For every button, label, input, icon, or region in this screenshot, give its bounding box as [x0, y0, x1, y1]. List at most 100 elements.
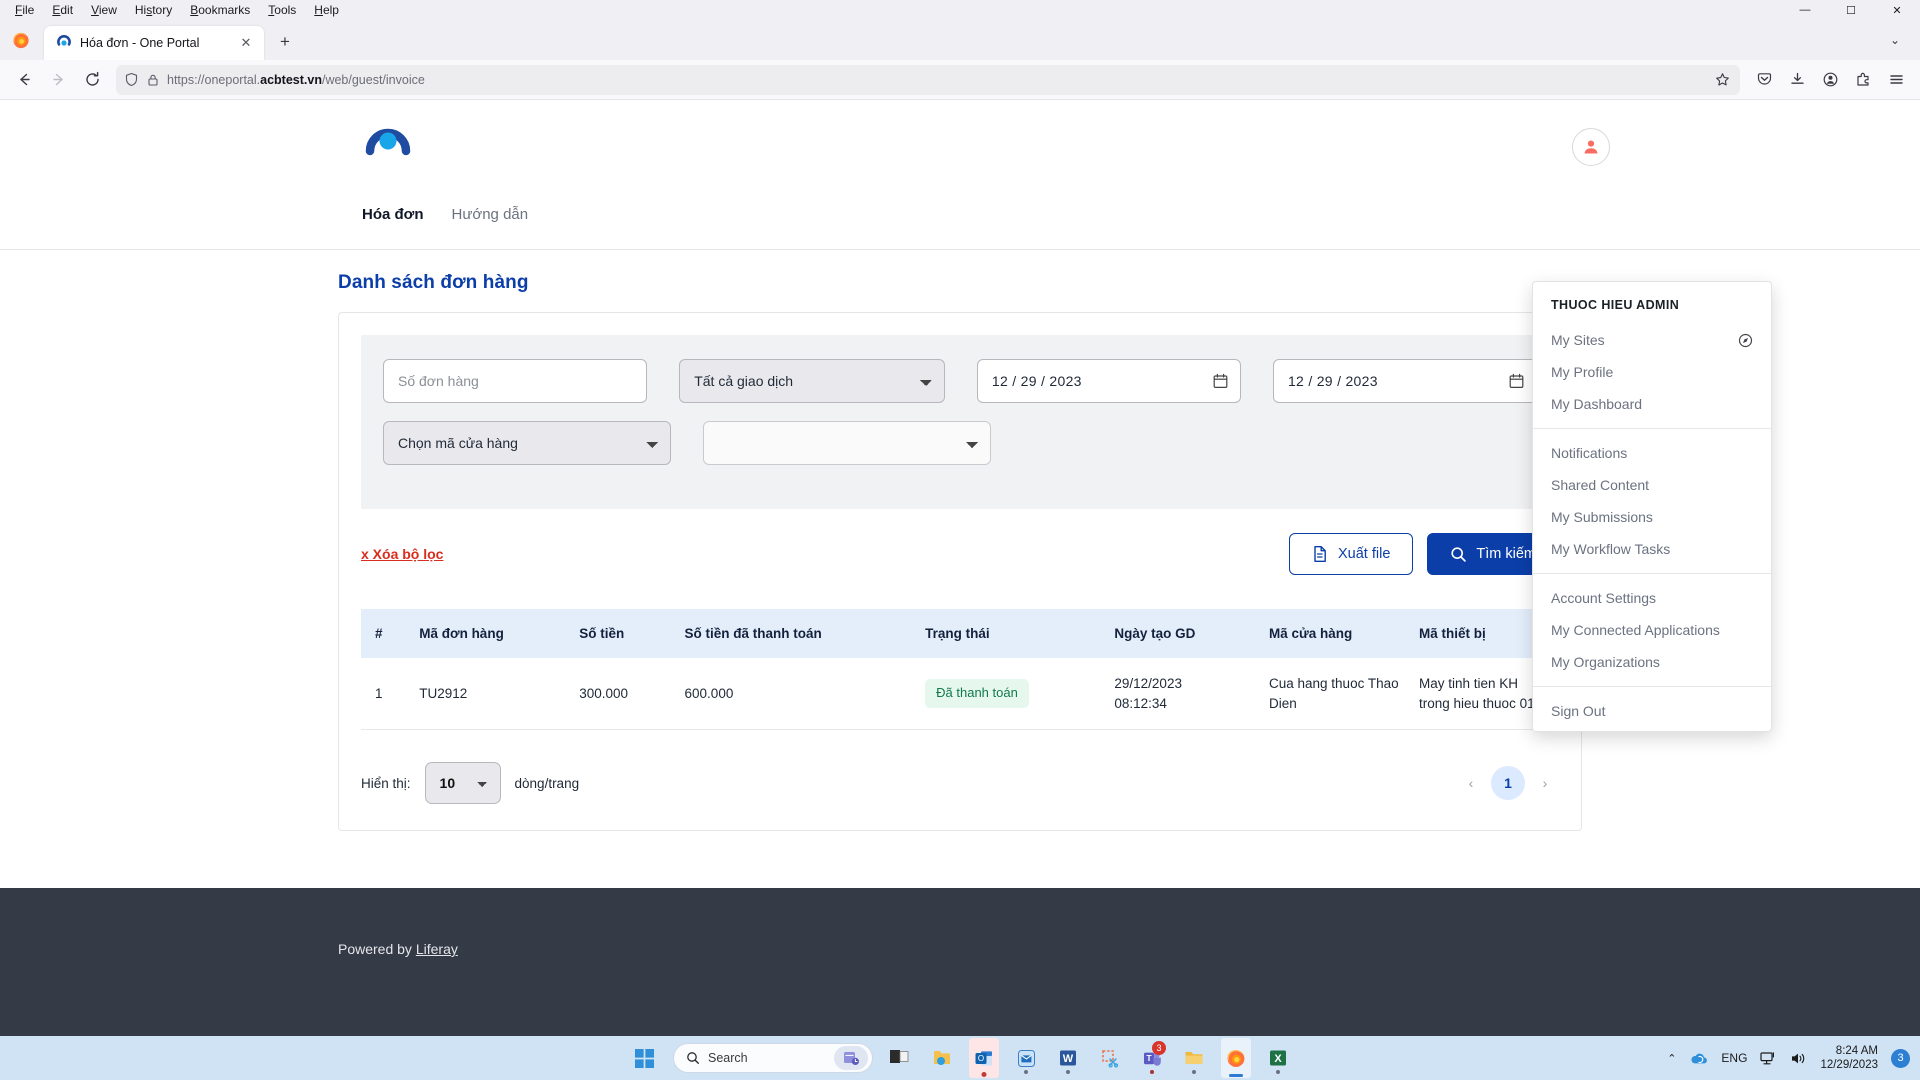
reload-button-icon[interactable]: [76, 64, 108, 96]
date-to-input[interactable]: 12 / 29 / 2023: [1272, 359, 1538, 403]
windows-start-icon[interactable]: [627, 1041, 661, 1075]
one-portal-logo-icon[interactable]: [362, 117, 414, 169]
invoice-table-body: 1 TU2912 300.000 600.000 Đã thanh toán 2…: [361, 658, 1559, 731]
menu-item-my-workflow-tasks[interactable]: My Workflow Tasks: [1533, 533, 1771, 565]
menu-file[interactable]: File: [6, 1, 43, 19]
maximize-button[interactable]: ☐: [1828, 0, 1874, 20]
forward-button-icon[interactable]: [42, 64, 74, 96]
pocket-icon[interactable]: [1748, 64, 1780, 96]
cell-order-code: TU2912: [409, 658, 570, 731]
firefox-logo-icon: [6, 20, 36, 60]
user-avatar[interactable]: [1572, 128, 1610, 166]
outlook-alt-icon[interactable]: [1011, 1041, 1041, 1075]
teams-badge-count: 3: [1152, 1041, 1166, 1055]
site-favicon-icon: [56, 35, 72, 51]
export-file-button[interactable]: Xuất file: [1288, 533, 1414, 575]
onedrive-icon[interactable]: [1689, 1051, 1708, 1066]
date-from-input[interactable]: 12 / 29 / 2023: [976, 359, 1241, 403]
date-to-value: 12 / 29 / 2023: [1287, 373, 1378, 389]
app-menu-icon[interactable]: [1880, 64, 1912, 96]
table-header-row: # Mã đơn hàng Số tiền Số tiền đã thanh t…: [361, 609, 1559, 658]
menu-history[interactable]: History: [126, 1, 181, 19]
browser-tab[interactable]: Hóa đơn - One Portal ✕: [44, 26, 264, 60]
extensions-icon[interactable]: [1847, 64, 1879, 96]
menu-item-my-organizations[interactable]: My Organizations: [1533, 646, 1771, 678]
snipping-tool-icon[interactable]: [1095, 1041, 1125, 1075]
nav-item-guide[interactable]: Hướng dẫn: [438, 200, 543, 229]
menu-item-account-settings[interactable]: Account Settings: [1533, 582, 1771, 614]
teams-icon[interactable]: T 3: [1137, 1041, 1167, 1075]
outlook-icon[interactable]: O: [969, 1038, 999, 1078]
show-hidden-icons-chevron[interactable]: ⌃: [1667, 1052, 1676, 1065]
user-menu-heading: THUOC HIEU ADMIN: [1551, 298, 1680, 312]
list-all-tabs-icon[interactable]: ⌄: [1880, 33, 1910, 47]
order-number-input[interactable]: [383, 359, 648, 403]
page-size-select[interactable]: 10: [424, 762, 501, 805]
lock-icon[interactable]: [146, 73, 160, 87]
cell-store: Cua hang thuoc Thao Dien: [1259, 658, 1409, 731]
menu-view[interactable]: View: [82, 1, 126, 19]
store-code-select[interactable]: Chọn mã cửa hàng: [383, 421, 671, 465]
running-dot: [1276, 1070, 1280, 1074]
file-explorer-yellow-icon[interactable]: [927, 1041, 957, 1075]
menu-item-my-profile[interactable]: My Profile: [1533, 356, 1771, 388]
status-badge: Đã thanh toán: [925, 679, 1029, 708]
running-dot: [1150, 1070, 1154, 1074]
invoice-table-head: # Mã đơn hàng Số tiền Số tiền đã thanh t…: [361, 609, 1559, 658]
notification-badge[interactable]: 3: [1891, 1048, 1910, 1068]
volume-icon[interactable]: [1790, 1051, 1807, 1066]
widgets-icon[interactable]: [834, 1046, 868, 1070]
menu-tools[interactable]: Tools: [259, 1, 305, 19]
bookmark-star-icon[interactable]: [1715, 72, 1732, 87]
menu-item-my-submissions[interactable]: My Submissions: [1533, 501, 1771, 533]
address-bar[interactable]: https://oneportal.acbtest.vn/web/guest/i…: [116, 64, 1740, 95]
account-icon[interactable]: [1814, 64, 1846, 96]
calendar-icon[interactable]: [1509, 373, 1524, 389]
menu-item-label: My Sites: [1551, 332, 1605, 348]
nav-item-invoice[interactable]: Hóa đơn: [348, 200, 438, 229]
shield-icon[interactable]: [124, 72, 139, 87]
table-row[interactable]: 1 TU2912 300.000 600.000 Đã thanh toán 2…: [361, 658, 1559, 731]
device-code-select[interactable]: [703, 421, 991, 465]
menu-item-my-dashboard[interactable]: My Dashboard: [1533, 388, 1771, 420]
filter-row-1: Tất cả giao dịch 12 / 29 / 2023 12 / 29 …: [383, 359, 1538, 403]
menu-item-shared-content[interactable]: Shared Content: [1533, 469, 1771, 501]
menu-item-my-connected-applications[interactable]: My Connected Applications: [1533, 614, 1771, 646]
minimize-button[interactable]: —: [1782, 0, 1828, 20]
back-button-icon[interactable]: [8, 64, 40, 96]
clock[interactable]: 8:24 AM 12/29/2023: [1820, 1044, 1878, 1073]
next-page-button[interactable]: ›: [1531, 769, 1559, 797]
firefox-icon[interactable]: [1221, 1038, 1251, 1078]
th-amount: Số tiền: [569, 609, 675, 658]
excel-icon[interactable]: X: [1263, 1041, 1293, 1075]
tab-close-icon[interactable]: ✕: [236, 33, 256, 53]
system-tray: ⌃ ENG 8:24 AM 12/29/2023 3: [1667, 1036, 1910, 1080]
liferay-link[interactable]: Liferay: [416, 941, 458, 957]
menu-edit[interactable]: Edit: [43, 1, 82, 19]
language-indicator[interactable]: ENG: [1721, 1051, 1747, 1065]
new-tab-button[interactable]: +: [270, 27, 300, 57]
clear-filter-link[interactable]: x Xóa bộ lọc: [361, 546, 443, 562]
search-button-label: Tìm kiếm: [1476, 546, 1536, 562]
folder-icon[interactable]: [1179, 1041, 1209, 1075]
menu-item-notifications[interactable]: Notifications: [1533, 437, 1771, 469]
downloads-icon[interactable]: [1781, 64, 1813, 96]
menu-bookmarks[interactable]: Bookmarks: [181, 1, 259, 19]
close-window-button[interactable]: ✕: [1874, 0, 1920, 20]
page-number-1[interactable]: 1: [1491, 766, 1525, 801]
cell-paid-amount: 600.000: [674, 658, 916, 731]
calendar-icon[interactable]: [1213, 373, 1228, 389]
task-view-icon[interactable]: [885, 1041, 915, 1075]
taskbar-search[interactable]: Search: [673, 1043, 873, 1073]
transaction-type-select[interactable]: Tất cả giao dịch: [679, 359, 945, 403]
menu-item-my-sites[interactable]: My Sites: [1533, 324, 1771, 356]
url-text[interactable]: https://oneportal.acbtest.vn/web/guest/i…: [167, 73, 1708, 87]
per-page-label: dòng/trang: [514, 775, 580, 791]
network-icon[interactable]: [1760, 1051, 1777, 1066]
menu-item-sign-out[interactable]: Sign Out: [1533, 695, 1771, 727]
page-title: Danh sách đơn hàng: [338, 272, 529, 293]
prev-page-button[interactable]: ‹: [1457, 769, 1485, 797]
windows-taskbar: Search O W T 3 X ⌃ ENG 8:24 AM 12/29/202…: [0, 1036, 1920, 1080]
menu-help[interactable]: Help: [305, 1, 348, 19]
word-icon[interactable]: W: [1053, 1041, 1083, 1075]
